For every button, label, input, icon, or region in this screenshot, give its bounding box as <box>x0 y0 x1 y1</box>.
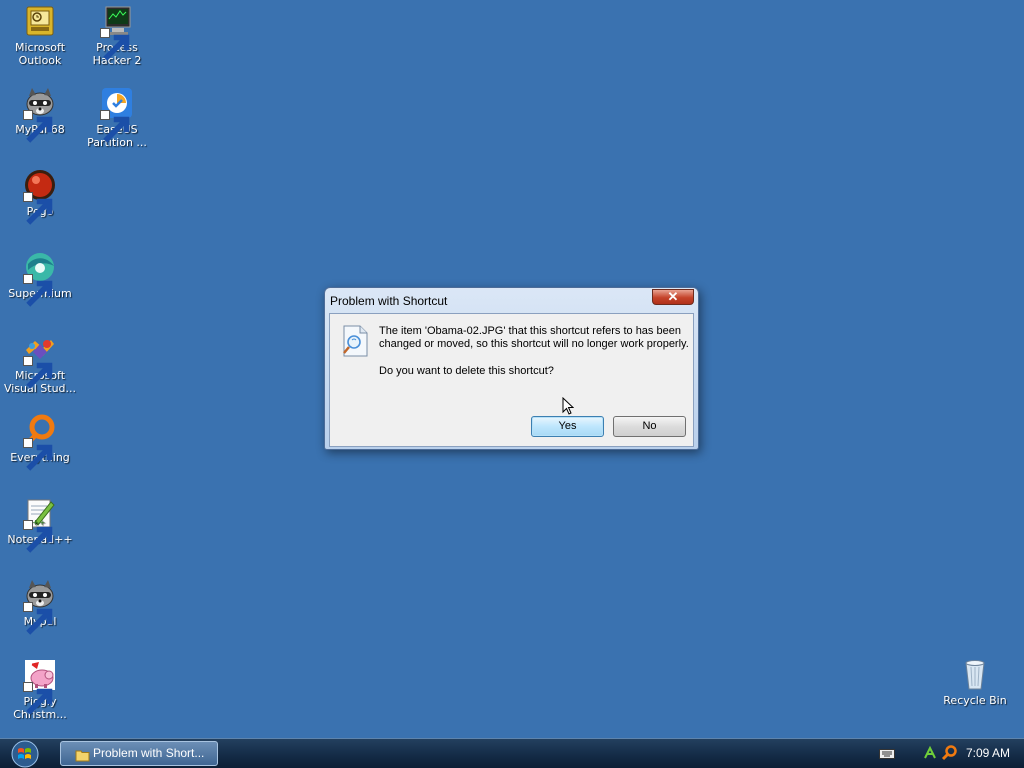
problem-with-shortcut-dialog: Problem with Shortcut ✕ The item 'Obama-… <box>324 287 699 450</box>
shortcut-arrow-icon <box>23 274 53 307</box>
keyboard-icon[interactable] <box>879 749 895 759</box>
raccoon-icon <box>23 86 57 143</box>
easeus-icon <box>100 86 134 143</box>
desktop-icon-process-hacker[interactable]: Process Hacker 2 <box>78 4 156 67</box>
taskbar-item-label: Problem with Short... <box>93 746 205 760</box>
visual-studio-icon <box>23 332 57 389</box>
desktop-icon-supermium[interactable]: Supermium <box>1 250 79 307</box>
desktop-icon-notepad-plus-plus[interactable]: ++ Notepad++ <box>1 496 79 553</box>
supermium-icon <box>23 250 57 307</box>
desktop-icon-visual-studio[interactable]: Microsoft Visual Stud... <box>1 332 79 395</box>
shortcut-arrow-icon <box>23 438 53 471</box>
desktop-icon-label: Recycle Bin <box>943 694 1007 707</box>
recycle-bin-icon <box>958 657 992 691</box>
mouse-cursor-icon <box>562 396 575 415</box>
shortcut-arrow-icon <box>23 682 53 715</box>
pego-icon <box>23 168 57 225</box>
dialog-title: Problem with Shortcut <box>330 294 448 308</box>
shortcut-arrow-icon <box>23 192 53 225</box>
yes-button[interactable]: Yes <box>531 416 604 437</box>
taskbar-item-problem-with-shortcut[interactable]: Problem with Short... <box>60 741 218 766</box>
desktop-icon-easeus-partition[interactable]: EaseUS Partition ... <box>78 86 156 149</box>
desktop-icon-everything[interactable]: Everything <box>1 414 79 471</box>
piggly-icon <box>23 658 57 715</box>
folder-icon <box>75 747 90 762</box>
shortcut-arrow-icon <box>23 602 53 635</box>
dialog-body: The item 'Obama-02.JPG' that this shortc… <box>329 313 694 447</box>
outlook-icon <box>23 4 57 38</box>
system-clock[interactable]: 7:09 AM <box>966 746 1010 760</box>
network-icon[interactable] <box>922 745 938 761</box>
start-button[interactable] <box>8 740 42 768</box>
search-icon[interactable] <box>941 745 957 761</box>
shortcut-arrow-icon <box>23 110 53 143</box>
desktop-icon-mypal-68[interactable]: MyPal 68 <box>1 86 79 143</box>
raccoon-icon <box>23 578 57 635</box>
taskbar: Problem with Short... 7:09 AM <box>0 738 1024 768</box>
desktop-icon-mypal[interactable]: Mypal <box>1 578 79 635</box>
broken-shortcut-icon <box>340 324 370 358</box>
shortcut-arrow-icon <box>23 520 53 553</box>
process-hacker-icon <box>100 4 134 61</box>
shortcut-arrow-icon <box>100 28 130 61</box>
desktop-icon-outlook[interactable]: Microsoft Outlook <box>1 4 79 67</box>
everything-search-icon <box>23 414 57 471</box>
desktop-icon-label: Microsoft Outlook <box>14 41 66 67</box>
shortcut-arrow-icon <box>23 356 53 389</box>
no-button[interactable]: No <box>613 416 686 437</box>
dialog-message: The item 'Obama-02.JPG' that this shortc… <box>379 325 689 350</box>
desktop-icon-recycle-bin[interactable]: Recycle Bin <box>936 657 1014 707</box>
shortcut-arrow-icon <box>100 110 130 143</box>
dialog-question: Do you want to delete this shortcut? <box>379 365 554 377</box>
desktop-icon-pego[interactable]: Pego <box>1 168 79 225</box>
desktop-icon-piggly[interactable]: Piggly Christm... <box>1 658 79 721</box>
close-button[interactable]: ✕ <box>652 289 694 305</box>
notepad-plus-plus-icon: ++ <box>23 496 57 553</box>
